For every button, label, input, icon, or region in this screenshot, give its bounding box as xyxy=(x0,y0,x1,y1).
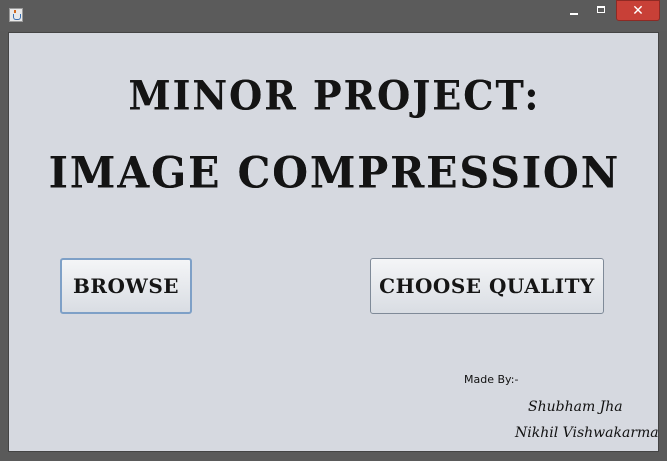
author-name: Nikhil Vishwakarma xyxy=(515,425,659,441)
made-by-label: Made By:- xyxy=(464,373,519,386)
java-app-icon xyxy=(9,8,23,22)
page-subtitle: IMAGE COMPRESSION xyxy=(48,147,621,199)
app-window: ✕ MINOR PROJECT: IMAGE COMPRESSION BROWS… xyxy=(0,0,667,461)
close-icon: ✕ xyxy=(632,3,644,19)
main-panel: MINOR PROJECT: IMAGE COMPRESSION BROWSE … xyxy=(8,32,659,452)
browse-button[interactable]: BROWSE xyxy=(60,258,192,314)
author-name: Shubham Jha xyxy=(528,399,623,415)
minimize-icon xyxy=(570,13,578,15)
minimize-button[interactable] xyxy=(560,0,587,21)
page-title: MINOR PROJECT: xyxy=(128,71,541,120)
maximize-icon xyxy=(597,6,605,13)
title-bar[interactable]: ✕ xyxy=(0,0,667,31)
choose-quality-button[interactable]: CHOOSE QUALITY xyxy=(370,258,604,314)
maximize-button[interactable] xyxy=(588,0,615,21)
close-button[interactable]: ✕ xyxy=(616,0,660,21)
